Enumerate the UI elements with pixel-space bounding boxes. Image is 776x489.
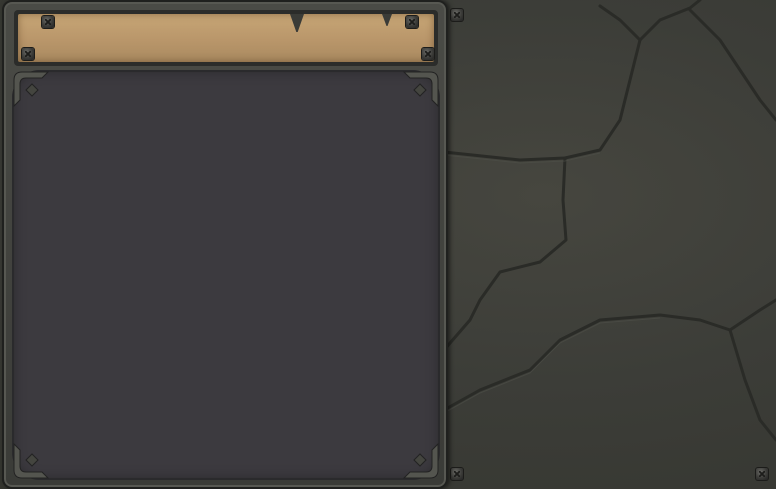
- rivet-icon: [756, 468, 768, 480]
- corner-ornament-icon: [402, 71, 439, 108]
- content-panel: [12, 70, 440, 480]
- corner-ornament-icon: [13, 71, 50, 108]
- corner-ornament-icon: [402, 442, 439, 479]
- rivet-icon: [42, 16, 54, 28]
- corner-ornament-icon: [13, 442, 50, 479]
- parchment-drip: [382, 14, 392, 26]
- parchment-drip: [290, 14, 304, 32]
- rivet-icon: [451, 9, 463, 21]
- side-panel-frame: [2, 0, 448, 489]
- rivet-icon: [451, 468, 463, 480]
- title-parchment: [18, 14, 434, 62]
- rivet-icon: [406, 16, 418, 28]
- rivet-icon: [422, 48, 434, 60]
- rivet-icon: [22, 48, 34, 60]
- title-banner: [14, 10, 438, 66]
